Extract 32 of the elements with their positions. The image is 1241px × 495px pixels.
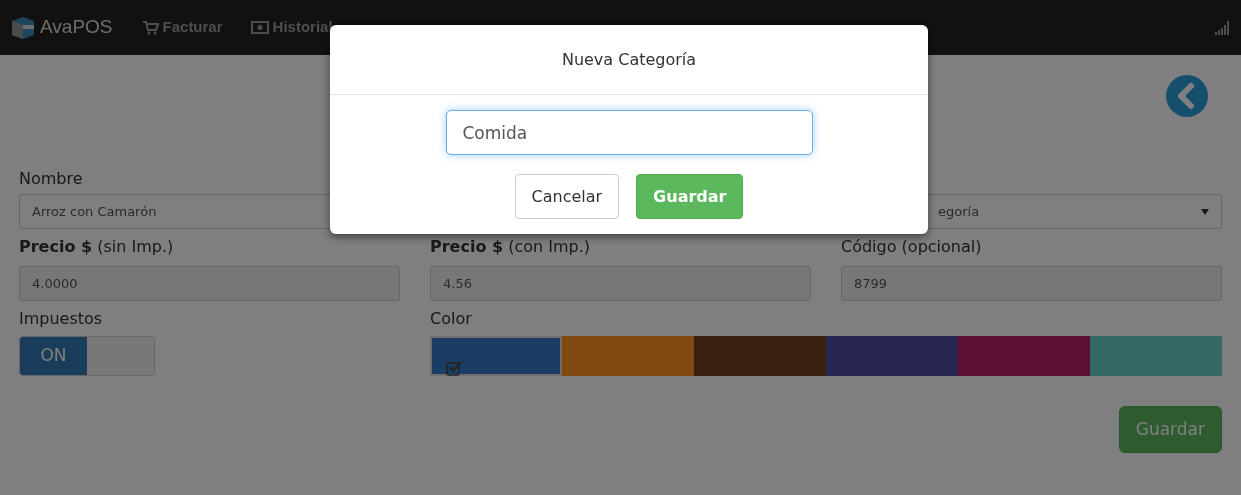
color-swatch[interactable]	[958, 335, 1090, 376]
toggle-on-label: ON	[20, 336, 87, 375]
field-label: Precio $ (con Imp.)	[430, 237, 592, 258]
field-label: Código (opcional)	[841, 237, 983, 258]
field-label: Precio $ (sin Imp.)	[19, 237, 175, 258]
toggle-switch[interactable]: ON	[19, 335, 155, 376]
color-swatch[interactable]	[562, 335, 694, 376]
brand-name[interactable]: AvaPOS	[40, 13, 113, 42]
color-swatch[interactable]	[694, 335, 826, 376]
price-field[interactable]: 4.56	[430, 265, 811, 301]
category-name-field[interactable]: Comida	[445, 110, 813, 155]
color-swatch[interactable]	[826, 335, 958, 376]
signal-icon	[1215, 21, 1231, 35]
back-icon[interactable]	[1166, 75, 1208, 117]
save-button[interactable]: Guardar	[1118, 405, 1222, 454]
modal-title: Nueva Categoría	[561, 49, 697, 70]
banknote-icon	[250, 21, 269, 34]
field-label: Impuestos	[19, 308, 104, 330]
field-label: Color	[430, 308, 473, 330]
field-label: Nombre	[19, 169, 84, 190]
nav-link[interactable]: Historial	[250, 16, 333, 39]
color-swatch[interactable]	[1090, 335, 1222, 376]
nav-link[interactable]: Facturar	[142, 16, 223, 39]
cancel-button[interactable]: Cancelar	[514, 174, 620, 219]
logo-icon	[10, 14, 36, 41]
price-field[interactable]: 4.0000	[19, 265, 400, 301]
caret-icon	[1201, 208, 1209, 215]
save-button[interactable]: Guardar	[636, 174, 744, 219]
code-field[interactable]: 8799	[841, 265, 1222, 301]
cart-icon	[142, 20, 159, 35]
color-swatch[interactable]	[430, 335, 562, 376]
checkbox-icon	[446, 359, 462, 376]
